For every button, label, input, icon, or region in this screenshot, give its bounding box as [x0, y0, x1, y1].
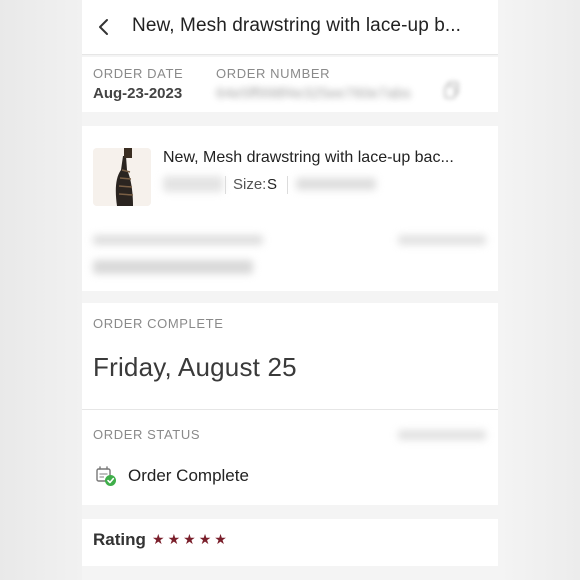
redacted-show-details-link[interactable]	[398, 430, 486, 440]
section-gap	[82, 505, 498, 519]
order-date-value: Aug-23-2023	[93, 85, 183, 102]
divider	[82, 409, 498, 410]
star-icon: ★	[167, 531, 181, 547]
order-date-label: ORDER DATE	[93, 66, 184, 81]
redacted-show-details-link[interactable]	[398, 235, 486, 245]
chevron-left-icon[interactable]	[96, 17, 112, 37]
copy-icon[interactable]	[444, 81, 460, 99]
order-number-label: ORDER NUMBER	[216, 66, 331, 81]
star-icon: ★	[214, 531, 227, 547]
separator	[225, 176, 226, 194]
order-status-value: Order Complete	[128, 466, 249, 485]
size-value: S	[267, 176, 278, 193]
order-complete-icon	[96, 466, 116, 486]
star-icon: ★	[198, 531, 212, 547]
rating-stars: ★ ★ ★ ★ ★	[152, 530, 227, 548]
section-gap	[82, 55, 498, 57]
section-gap	[82, 112, 498, 126]
top-bar: New, Mesh drawstring with lace-up b...	[82, 0, 498, 55]
page-title: New, Mesh drawstring with lace-up b...	[132, 15, 462, 36]
separator	[287, 176, 288, 194]
redacted-price	[163, 176, 223, 192]
item-title[interactable]: New, Mesh drawstring with lace-up bac...	[163, 149, 488, 167]
order-number-value: 64e5ff998f4e325ee760e7abs	[216, 85, 411, 102]
order-complete-label: ORDER COMPLETE	[93, 316, 224, 331]
rating-label: Rating	[93, 530, 146, 549]
redacted-pricing-label	[93, 235, 263, 245]
size-label: Size:	[233, 176, 267, 193]
dress-thumbnail	[93, 148, 151, 206]
order-details-screen: New, Mesh drawstring with lace-up b... O…	[82, 0, 498, 580]
order-status-label: ORDER STATUS	[93, 427, 201, 442]
star-icon: ★	[183, 531, 196, 547]
redacted-brand	[296, 178, 376, 190]
item-thumbnail[interactable]	[93, 148, 151, 206]
section-gap	[82, 566, 498, 580]
order-complete-date: Friday, August 25	[93, 352, 297, 382]
redacted-earnings	[93, 260, 253, 274]
star-icon: ★	[152, 531, 165, 547]
section-gap	[82, 291, 498, 303]
